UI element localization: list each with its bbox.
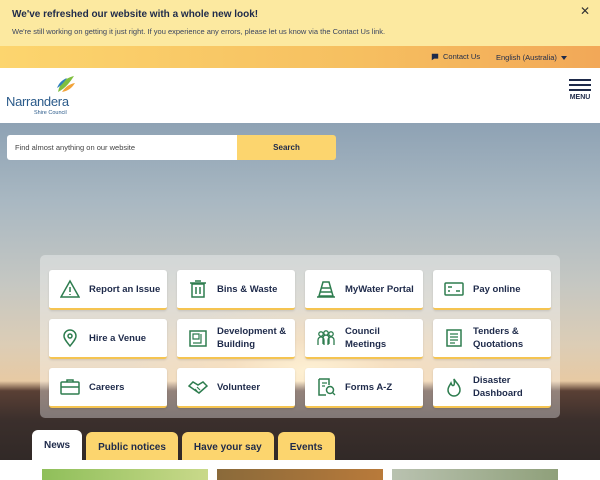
- site-header: Narrandera Shire Council MENU: [0, 68, 600, 123]
- briefcase-icon: [59, 376, 81, 398]
- tile-council-meetings[interactable]: Council Meetings: [305, 319, 423, 359]
- tab-public-notices[interactable]: Public notices: [86, 432, 178, 462]
- tab-have-your-say[interactable]: Have your say: [181, 432, 274, 462]
- content-tabs: News Public notices Have your say Events: [32, 430, 335, 462]
- language-select[interactable]: English (Australia): [496, 53, 567, 62]
- tile-label: MyWater Portal: [345, 283, 414, 295]
- chat-bubble-icon: [431, 53, 439, 60]
- flame-icon: [443, 376, 465, 398]
- tile-hire-a-venue[interactable]: Hire a Venue: [49, 319, 167, 359]
- news-content-area: [0, 460, 600, 480]
- tile-tenders-quotations[interactable]: Tenders & Quotations: [433, 319, 551, 359]
- tile-label: Disaster Dashboard: [473, 375, 523, 399]
- close-icon[interactable]: ✕: [578, 4, 592, 18]
- tile-label: Volunteer: [217, 381, 261, 393]
- search-button[interactable]: Search: [237, 135, 336, 160]
- tile-label: Careers: [89, 381, 125, 393]
- news-thumbnail[interactable]: [42, 469, 208, 480]
- form-search-icon: [315, 376, 337, 398]
- tile-label: Tenders & Quotations: [473, 326, 524, 350]
- utility-bar: Contact Us English (Australia): [0, 46, 600, 68]
- handshake-icon: [187, 376, 209, 398]
- quick-links-panel: Report an Issue Bins & Waste MyWater Por…: [40, 255, 560, 418]
- leaf-logo-icon: [57, 76, 75, 92]
- location-pin-icon: [59, 327, 81, 349]
- contact-us-link[interactable]: Contact Us: [431, 52, 480, 61]
- tile-label: Pay online: [473, 283, 521, 295]
- tile-development-building[interactable]: Development & Building: [177, 319, 295, 359]
- tile-label: Council Meetings: [345, 326, 387, 350]
- hamburger-icon: [568, 79, 592, 91]
- tile-disaster-dashboard[interactable]: Disaster Dashboard: [433, 368, 551, 408]
- tile-report-an-issue[interactable]: Report an Issue: [49, 270, 167, 310]
- announcement-title: We've refreshed our website with a whole…: [12, 9, 259, 20]
- tile-label: Hire a Venue: [89, 332, 147, 344]
- announcement-message: We're still working on getting it just r…: [12, 27, 386, 36]
- language-label: English (Australia): [496, 53, 557, 62]
- chevron-down-icon: [560, 55, 567, 60]
- document-icon: [443, 327, 465, 349]
- people-icon: [315, 327, 337, 349]
- tile-bins-waste[interactable]: Bins & Waste: [177, 270, 295, 310]
- warning-icon: [59, 278, 81, 300]
- tab-events[interactable]: Events: [277, 432, 335, 462]
- news-thumbnail[interactable]: [392, 469, 558, 480]
- tile-volunteer[interactable]: Volunteer: [177, 368, 295, 408]
- blueprint-icon: [187, 327, 209, 349]
- tile-label: Report an Issue: [89, 283, 161, 295]
- announcement-banner: We've refreshed our website with a whole…: [0, 0, 600, 46]
- tile-pay-online[interactable]: Pay online: [433, 270, 551, 310]
- tile-label: Development & Building: [217, 326, 287, 350]
- tile-careers[interactable]: Careers: [49, 368, 167, 408]
- cone-icon: [315, 278, 337, 300]
- tile-mywater-portal[interactable]: MyWater Portal: [305, 270, 423, 310]
- tile-label: Bins & Waste: [217, 283, 278, 295]
- tab-news[interactable]: News: [32, 430, 83, 460]
- logo-name: Narrandera: [6, 94, 69, 109]
- search-input[interactable]: [7, 135, 237, 160]
- menu-button[interactable]: MENU: [568, 79, 592, 101]
- payment-card-icon: [443, 278, 465, 300]
- search-bar: Search: [7, 135, 336, 160]
- menu-label: MENU: [569, 94, 591, 101]
- contact-us-label: Contact Us: [443, 52, 481, 61]
- logo-subtitle: Shire Council: [34, 110, 67, 116]
- site-logo[interactable]: Narrandera Shire Council: [6, 72, 96, 118]
- tile-label: Forms A-Z: [345, 381, 393, 393]
- news-thumbnail[interactable]: [217, 469, 383, 480]
- bin-icon: [187, 278, 209, 300]
- tile-forms-a-z[interactable]: Forms A-Z: [305, 368, 423, 408]
